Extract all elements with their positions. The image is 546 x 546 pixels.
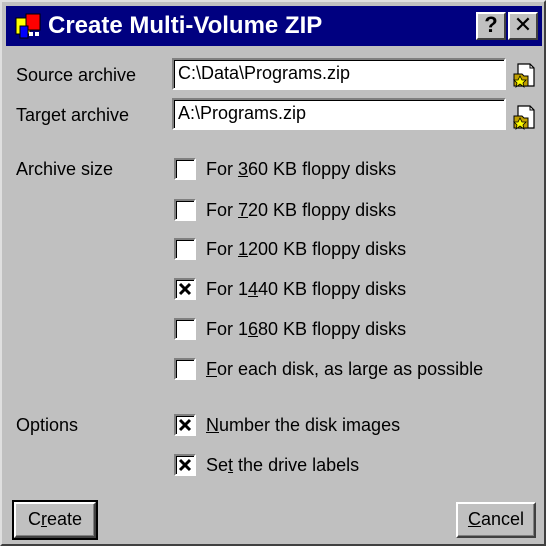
dialog-window: Create Multi-Volume ZIP ? ✕ Source archi… <box>0 0 546 546</box>
title-bar[interactable]: Create Multi-Volume ZIP ? ✕ <box>6 6 542 46</box>
app-icon <box>15 13 41 39</box>
checkbox[interactable] <box>174 414 196 436</box>
checkbox[interactable] <box>174 318 196 340</box>
option-label: Set the drive labels <box>206 455 360 475</box>
target-browse-icon[interactable] <box>512 104 538 130</box>
size-option-label: For 1200 KB floppy disks <box>206 239 407 259</box>
checkbox[interactable] <box>174 278 196 300</box>
close-button[interactable]: ✕ <box>508 12 538 40</box>
size-option-label: For 360 KB floppy disks <box>206 159 397 179</box>
size-option-label: For each disk, as large as possible <box>206 359 484 379</box>
help-icon: ? <box>484 12 498 37</box>
size-option-label: For 1680 KB floppy disks <box>206 319 407 339</box>
checkmark-icon <box>178 418 192 432</box>
source-archive-label: Source archive <box>16 65 137 85</box>
checkbox[interactable] <box>174 199 196 221</box>
source-browse-icon[interactable] <box>512 62 538 88</box>
close-icon: ✕ <box>513 12 533 37</box>
source-archive-input[interactable]: C:\Data\Programs.zip <box>172 58 506 90</box>
options-label: Options <box>16 415 79 435</box>
create-button[interactable]: Create <box>12 500 98 540</box>
checkbox[interactable] <box>174 158 196 180</box>
target-archive-input[interactable]: A:\Programs.zip <box>172 98 506 130</box>
help-button[interactable]: ? <box>476 12 506 40</box>
size-option-label: For 1440 KB floppy disks <box>206 279 407 299</box>
cancel-button[interactable]: Cancel <box>456 502 536 538</box>
size-option-label: For 720 KB floppy disks <box>206 200 397 220</box>
checkmark-icon <box>178 458 192 472</box>
window-title: Create Multi-Volume ZIP <box>48 12 323 39</box>
option-label: Number the disk images <box>206 415 401 435</box>
archive-size-label: Archive size <box>16 159 114 179</box>
target-archive-label: Target archive <box>16 105 130 125</box>
checkbox[interactable] <box>174 454 196 476</box>
checkmark-icon <box>178 282 192 296</box>
checkbox[interactable] <box>174 238 196 260</box>
checkbox[interactable] <box>174 358 196 380</box>
